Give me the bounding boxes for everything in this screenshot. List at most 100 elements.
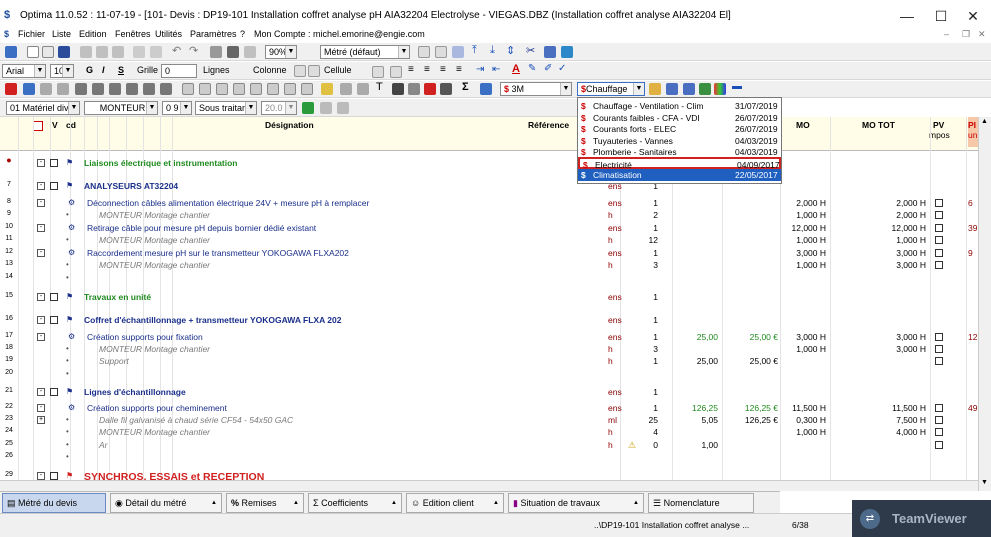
quantity-cell[interactable]: 4 (640, 427, 658, 437)
lignes-label[interactable]: Lignes (203, 65, 230, 75)
app-menu-icon[interactable]: $ (4, 29, 9, 39)
brush-icon[interactable]: ✐ (544, 63, 552, 74)
table-row[interactable]: 24 • MONTEUR Montage chantier h 4 1,000 H 4,00… (0, 426, 978, 439)
price-cell[interactable]: 1,00 (672, 440, 718, 450)
font-color-icon[interactable]: A (512, 63, 520, 75)
align-center-icon[interactable]: ≡ (424, 64, 430, 75)
bold-button[interactable]: G (86, 65, 93, 75)
table-row[interactable]: 17- ⚙ Création supports pour fixation ens 1 2… (0, 331, 978, 344)
minimize-button[interactable]: — (892, 6, 922, 26)
grid-a-icon[interactable] (418, 46, 430, 58)
pv-checkbox[interactable] (935, 199, 943, 207)
folder-icon[interactable] (649, 83, 661, 95)
mo-cell[interactable]: 0,300 H (780, 415, 826, 425)
copy-doc-icon[interactable] (42, 46, 54, 58)
mo-cell[interactable]: 1,000 H (780, 344, 826, 354)
expand-toggle[interactable]: - (37, 293, 45, 301)
column-b-icon[interactable] (308, 65, 320, 77)
align-right-icon[interactable]: ≡ (440, 64, 446, 75)
tool-b-icon[interactable] (150, 46, 162, 58)
monteur-select[interactable]: MONTEUR ▼ (84, 101, 158, 115)
pv-checkbox[interactable] (935, 249, 943, 257)
designation-cell[interactable]: ANALYSEURS AT32204 (84, 181, 178, 191)
value-select[interactable]: 20.0 ▼ (261, 101, 297, 115)
vertical-scrollbar[interactable]: ▲ ▼ (978, 117, 991, 491)
tool-e-icon[interactable] (320, 102, 332, 114)
table-row[interactable]: 29 - ⚑ SYNCHROS, ESSAIS et RECEPTION (0, 470, 978, 480)
font-select[interactable]: Arial ▼ (2, 64, 46, 78)
tree-f-icon[interactable] (160, 83, 172, 95)
justify-icon[interactable]: ≡ (456, 64, 462, 75)
table-row[interactable]: 21 - ⚑ Lignes d'échantillonnage ens 1 (0, 386, 978, 399)
mo-cell[interactable]: 11,500 H (780, 403, 826, 413)
quantity-cell[interactable]: 1 (640, 198, 658, 208)
row-checkbox[interactable] (50, 182, 58, 190)
table-row[interactable]: 19 • Support h 1 25,00 25,00 € (0, 355, 978, 368)
total-cell[interactable]: 126,25 € (722, 403, 778, 413)
table-row[interactable]: 18 • MONTEUR Montage chantier h 3 1,000 H 3,00… (0, 343, 978, 356)
doc-c-icon[interactable] (216, 83, 228, 95)
designation-cell[interactable]: Raccordement mesure pH sur le transmette… (87, 248, 349, 258)
doc-f-icon[interactable] (267, 83, 279, 95)
camera-icon[interactable] (392, 83, 404, 95)
scroll-down-icon[interactable]: ▼ (981, 479, 988, 486)
tab-situation-travaux[interactable]: ▮ Situation de travaux ▲ (508, 493, 644, 513)
expand-toggle[interactable]: - (37, 404, 45, 412)
tab-coefficients[interactable]: Σ Coefficients ▲ (308, 493, 402, 513)
designation-cell[interactable]: Création supports pour fixation (87, 332, 203, 342)
mo-cell[interactable]: 1,000 H (780, 210, 826, 220)
zoom-select[interactable]: 90% ▼ (265, 45, 297, 59)
expand-toggle[interactable]: - (37, 159, 45, 167)
motot-cell[interactable]: 3,000 H (830, 260, 926, 270)
delete-icon[interactable] (5, 83, 17, 95)
delete-col-icon[interactable] (33, 121, 43, 131)
table-row[interactable]: 8 - ⚙ Déconnection câbles alimentation élec… (0, 197, 978, 210)
lock-icon[interactable] (408, 83, 420, 95)
menu-edition[interactable]: Edition (79, 29, 107, 39)
insert-icon[interactable] (23, 83, 35, 95)
expand-toggle[interactable]: - (37, 472, 45, 480)
total-cell[interactable]: 25,00 € (722, 356, 778, 366)
menu-utilites[interactable]: Utilités (155, 29, 182, 39)
dropdown-item[interactable]: $ Courants faibles - CFA - VDI 26/07/2019 (578, 112, 781, 124)
table-row[interactable]: 26 • (0, 451, 978, 464)
unit-cell[interactable]: h (608, 344, 613, 354)
tree-e-icon[interactable] (143, 83, 155, 95)
unit-cell[interactable]: h (608, 356, 613, 366)
quantity-cell[interactable]: 1 (640, 332, 658, 342)
new-doc-icon[interactable] (27, 46, 39, 58)
mo-cell[interactable]: 3,000 H (780, 248, 826, 258)
tool-c-icon[interactable] (357, 83, 369, 95)
mo-cell[interactable]: 2,000 H (780, 198, 826, 208)
designation-cell[interactable]: Dalle fil galvanisé à chaud série CF54 -… (99, 415, 293, 425)
copy-icon[interactable] (96, 46, 108, 58)
dropdown-item[interactable]: $ Climatisation 22/05/2017 (578, 169, 781, 181)
doc-b-icon[interactable] (199, 83, 211, 95)
col-pv-header[interactable]: PV (933, 120, 944, 130)
tab-detail-metre[interactable]: ◉ Détail du métré ▲ (110, 493, 222, 513)
mdi-minimize-button[interactable]: – (944, 29, 949, 39)
menu-parametres[interactable]: Paramètres (190, 29, 237, 39)
price-cell[interactable]: 126,25 (672, 403, 718, 413)
print-preview-icon[interactable] (210, 46, 222, 58)
doc-a-icon[interactable] (182, 83, 194, 95)
table-row[interactable]: 10 - ⚙ Retirage câble pour mesure pH depuis… (0, 222, 978, 235)
mode-select[interactable]: Métré (défaut) ▼ (320, 45, 410, 59)
code-select[interactable]: $ 3M ▼ (500, 82, 572, 96)
sync-icon[interactable] (561, 46, 573, 58)
dropdown-item[interactable]: $ Electricité 04/09/2017 (578, 156, 781, 170)
designation-cell[interactable]: Coffret d'échantillonnage + transmetteur… (84, 315, 341, 325)
quantity-cell[interactable]: 3 (640, 344, 658, 354)
close-button[interactable]: ✕ (958, 6, 988, 26)
dropdown-item[interactable]: $ Chauffage - Ventilation - Clim 31/07/201… (578, 100, 781, 112)
quantity-cell[interactable]: 1 (640, 356, 658, 366)
expand-toggle[interactable]: - (37, 388, 45, 396)
grid-b-icon[interactable] (435, 46, 447, 58)
tool-d-icon[interactable] (683, 83, 695, 95)
sous-traitant-select[interactable]: Sous traitan ▼ (195, 101, 257, 115)
quantity-cell[interactable]: 1 (640, 315, 658, 325)
quantity-cell[interactable]: 1 (640, 387, 658, 397)
tab-nomenclature[interactable]: ☰ Nomenclature (648, 493, 754, 513)
col-motot-header[interactable]: MO TOT (862, 120, 895, 130)
pv-checkbox[interactable] (935, 333, 943, 341)
